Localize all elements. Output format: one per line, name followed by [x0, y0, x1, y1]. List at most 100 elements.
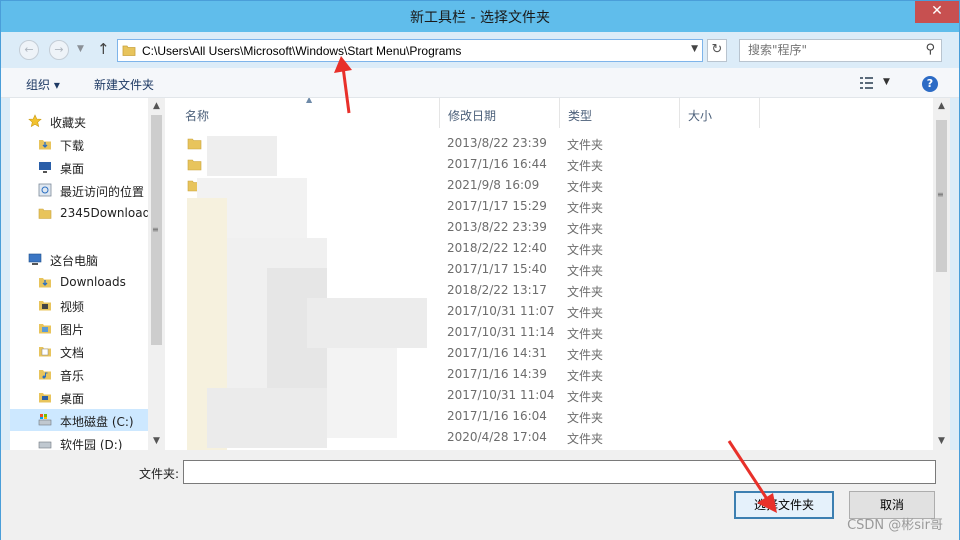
- nav-item-label: 桌面: [60, 162, 85, 176]
- table-row[interactable]: 2017/1/16 16:44 文件夹: [167, 154, 933, 175]
- desktop-icon: [39, 393, 51, 403]
- file-type: 文件夹: [567, 243, 604, 257]
- nav-2345downloads[interactable]: 2345Downloads: [10, 202, 156, 224]
- nav-desktop-pc[interactable]: 桌面: [10, 386, 150, 408]
- nav-drive-d[interactable]: 软件园 (D:): [10, 432, 150, 450]
- nav-documents[interactable]: 文档: [10, 340, 150, 362]
- file-type: 文件夹: [567, 222, 604, 236]
- column-header-type[interactable]: 类型: [560, 98, 680, 128]
- file-date: 2017/10/31 11:04: [447, 388, 555, 402]
- folder-picker-dialog: 新工具栏 - 选择文件夹 ✕ ← → ▼ ↑ C:\Users\All User…: [0, 0, 960, 540]
- nav-item-label: 图片: [60, 323, 85, 337]
- file-date: 2013/8/22 23:39: [447, 136, 547, 150]
- nav-item-label: 最近访问的位置: [60, 185, 145, 199]
- help-icon[interactable]: ?: [922, 76, 938, 92]
- column-header-date[interactable]: 修改日期: [440, 98, 560, 128]
- nav-recent[interactable]: 最近访问的位置: [10, 179, 150, 201]
- column-header-size[interactable]: 大小: [680, 98, 760, 128]
- scroll-up-icon[interactable]: ▲: [933, 98, 950, 115]
- chevron-down-icon[interactable]: ▼: [691, 44, 698, 54]
- file-list: ▲ 名称 修改日期 类型 大小 2013/8/22 23:39 文件夹 2017/1…: [167, 98, 933, 450]
- column-header-name[interactable]: 名称: [177, 98, 440, 128]
- address-bar[interactable]: C:\Users\All Users\Microsoft\Windows\Sta…: [117, 39, 703, 62]
- table-row[interactable]: 2013/8/22 23:39 文件夹: [167, 133, 933, 154]
- nav-desktop[interactable]: 桌面: [10, 156, 150, 178]
- folder-download-icon: [39, 140, 51, 150]
- file-date: 2017/1/17 15:29: [447, 199, 547, 213]
- folder-name-input[interactable]: [183, 460, 936, 484]
- file-date: 2017/1/17 15:40: [447, 262, 547, 276]
- file-type: 文件夹: [567, 264, 604, 278]
- folder-label: 文件夹:: [139, 467, 180, 481]
- file-type: 文件夹: [567, 138, 604, 152]
- search-input[interactable]: [748, 43, 908, 57]
- nav-music[interactable]: 音乐: [10, 363, 150, 385]
- folder-download-icon: [39, 278, 51, 288]
- command-bar: 组织 ▾ 新建文件夹 ▼: [1, 68, 959, 98]
- file-type: 文件夹: [567, 369, 604, 383]
- redaction-block: [327, 348, 397, 438]
- file-type: 文件夹: [567, 159, 604, 173]
- file-date: 2017/10/31 11:07: [447, 304, 555, 318]
- file-date: 2020/4/28 17:04: [447, 430, 547, 444]
- nav-item-label: 文档: [60, 346, 85, 360]
- chevron-down-icon[interactable]: ▼: [883, 77, 890, 87]
- nav-item-label: Downloads: [60, 275, 126, 289]
- file-date: 2018/2/22 12:40: [447, 241, 547, 255]
- recent-icon: [38, 183, 52, 197]
- close-button[interactable]: ✕: [915, 1, 959, 23]
- nav-item-label: 视频: [60, 300, 85, 314]
- nav-favorites[interactable]: 收藏夹: [10, 110, 150, 132]
- file-type: 文件夹: [567, 348, 604, 362]
- organize-menu[interactable]: 组织 ▾: [26, 76, 60, 93]
- star-icon: [28, 114, 42, 128]
- nav-pictures[interactable]: 图片: [10, 317, 150, 339]
- back-icon[interactable]: ←: [19, 40, 39, 60]
- navigation-pane: 收藏夹 下载 桌面 最近访问的位置 2345Downloads 这台电脑 Dow…: [10, 98, 165, 450]
- address-path[interactable]: C:\Users\All Users\Microsoft\Windows\Sta…: [142, 44, 461, 58]
- nav-videos[interactable]: 视频: [10, 294, 150, 316]
- nav-scrollbar[interactable]: ▲ ≡ ▼: [148, 98, 165, 450]
- address-row: ← → ▼ ↑ C:\Users\All Users\Microsoft\Win…: [1, 32, 959, 68]
- refresh-button[interactable]: ↻: [707, 39, 727, 62]
- scroll-down-icon[interactable]: ▼: [933, 433, 950, 450]
- new-folder-button[interactable]: 新建文件夹: [94, 76, 154, 93]
- computer-icon: [28, 253, 42, 265]
- folder-icon: [38, 208, 52, 219]
- file-scrollbar[interactable]: ▲ ≡ ▼: [933, 98, 950, 450]
- file-date: 2017/10/31 11:14: [447, 325, 555, 339]
- up-icon[interactable]: ↑: [97, 40, 110, 58]
- file-type: 文件夹: [567, 285, 604, 299]
- nav-item-label: 这台电脑: [50, 254, 99, 268]
- annotation-arrow-down: [727, 440, 777, 513]
- folder-pictures-icon: [39, 324, 51, 334]
- scroll-down-icon[interactable]: ▼: [148, 433, 165, 450]
- folder-icon: [187, 159, 202, 171]
- nav-downloads[interactable]: 下载: [10, 133, 150, 155]
- dialog-footer: 文件夹: 选择文件夹 取消 CSDN @彬sir哥: [1, 450, 959, 540]
- title-bar[interactable]: 新工具栏 - 选择文件夹 ✕: [1, 1, 959, 32]
- nav-item-label: 音乐: [60, 369, 85, 383]
- content-area: 收藏夹 下载 桌面 最近访问的位置 2345Downloads 这台电脑 Dow…: [10, 98, 950, 450]
- forward-icon[interactable]: →: [49, 40, 69, 60]
- file-date: 2018/2/22 13:17: [447, 283, 547, 297]
- grip-icon: ≡: [152, 225, 159, 234]
- search-box[interactable]: ⚲: [739, 39, 942, 62]
- nav-this-pc[interactable]: 这台电脑: [10, 248, 150, 270]
- file-type: 文件夹: [567, 327, 604, 341]
- redaction-block: [307, 298, 427, 348]
- nav-local-disk-c[interactable]: 本地磁盘 (C:): [10, 409, 150, 431]
- file-date: 2017/1/16 16:44: [447, 157, 547, 171]
- search-icon[interactable]: ⚲: [925, 42, 935, 57]
- file-date: 2017/1/16 14:31: [447, 346, 547, 360]
- file-type: 文件夹: [567, 180, 604, 194]
- folder-icon: [187, 138, 202, 150]
- grip-icon: ≡: [937, 190, 944, 199]
- chevron-down-icon[interactable]: ▼: [77, 44, 84, 54]
- file-date: 2021/9/8 16:09: [447, 178, 540, 192]
- nav-downloads-pc[interactable]: Downloads: [10, 271, 150, 293]
- file-date: 2017/1/16 16:04: [447, 409, 547, 423]
- scroll-up-icon[interactable]: ▲: [148, 98, 165, 115]
- desktop-icon: [39, 162, 51, 173]
- view-options-icon[interactable]: [859, 76, 875, 90]
